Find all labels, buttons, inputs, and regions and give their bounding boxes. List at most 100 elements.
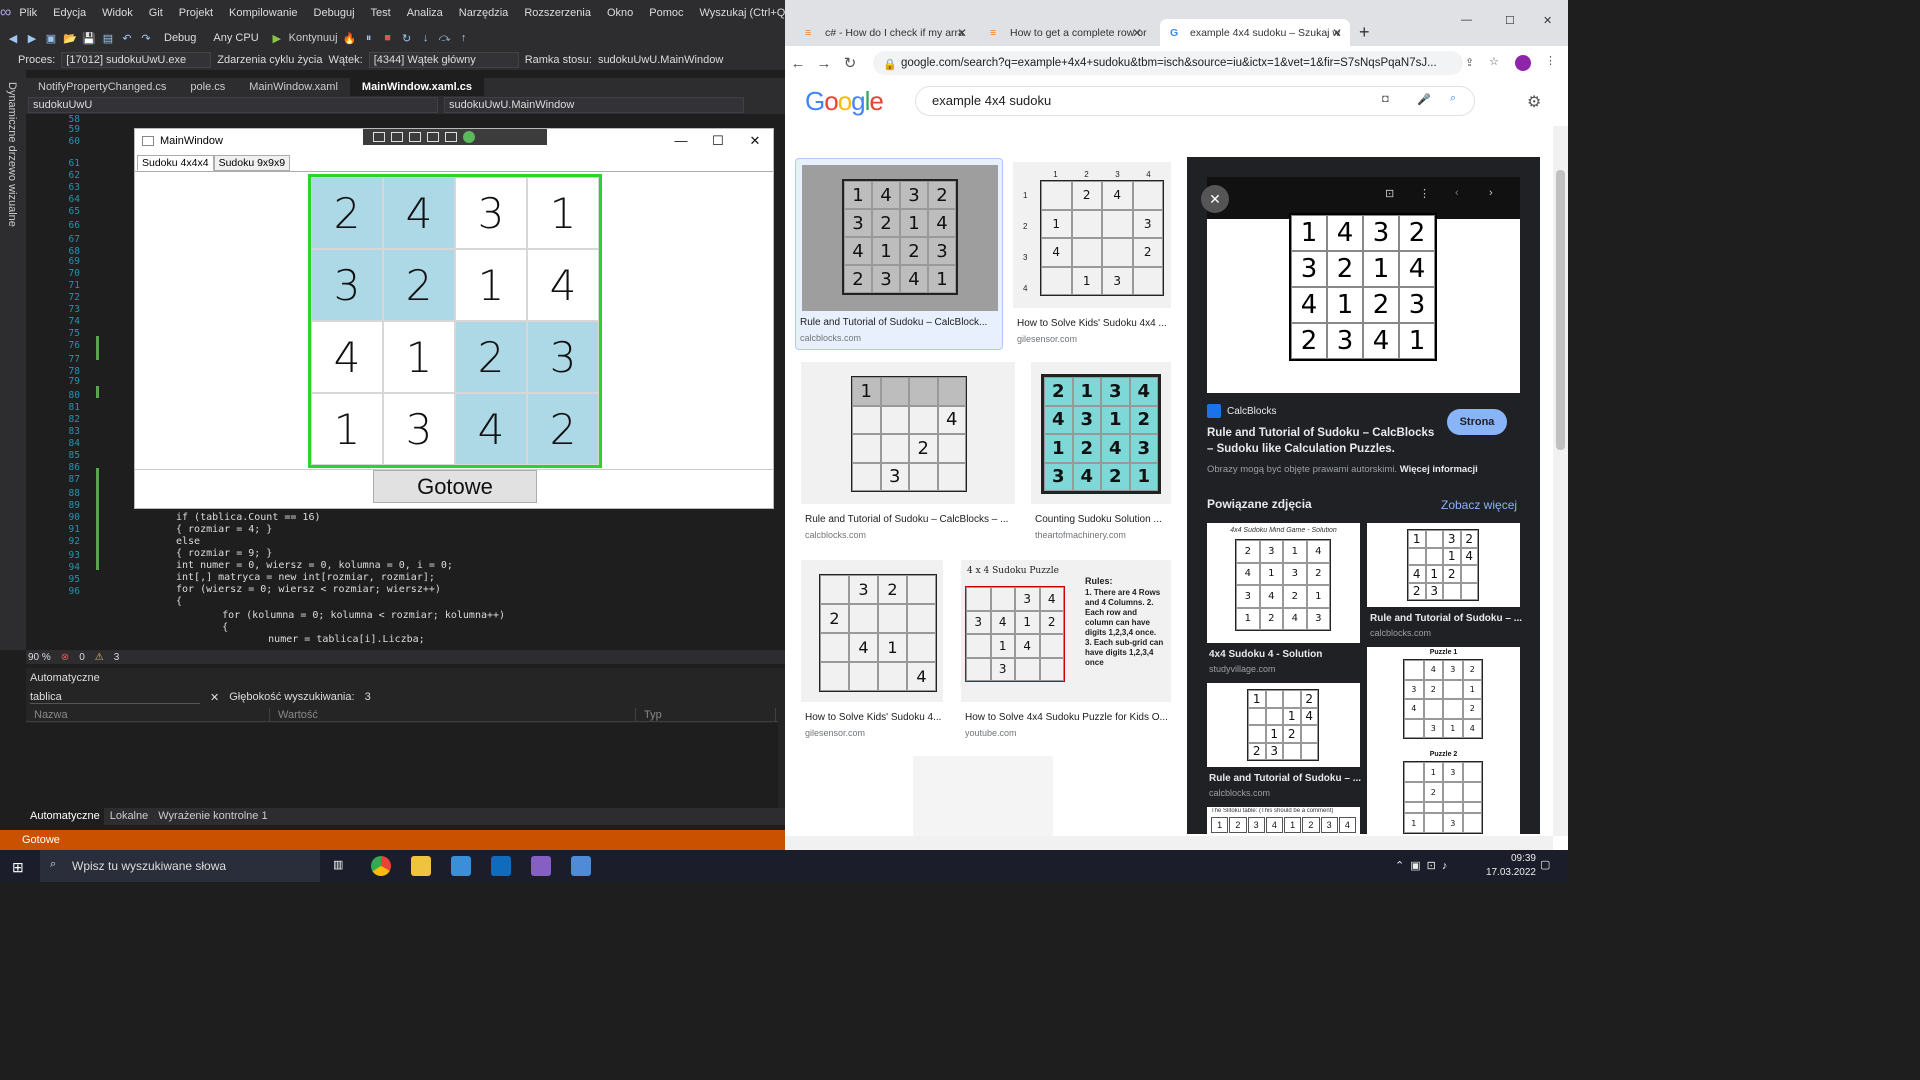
code-line[interactable]: { xyxy=(198,622,228,633)
menu-item[interactable]: Okno xyxy=(599,7,641,19)
related-image[interactable]: 12141223 xyxy=(1207,683,1360,767)
sudoku-cell[interactable]: 2 xyxy=(311,177,383,249)
select-element-icon[interactable] xyxy=(373,132,385,142)
sudoku-cell[interactable]: 3 xyxy=(383,393,455,465)
tab-google-search[interactable]: G example 4x4 sudoku – Szukaj w ✕ xyxy=(1160,19,1350,46)
reload-icon[interactable]: ↻ xyxy=(837,54,863,72)
undo-icon[interactable]: ↶ xyxy=(120,31,134,45)
related-image[interactable]: Puzzle 1 43232142314 Puzzle 2 13213 xyxy=(1367,647,1520,834)
sudoku-cell[interactable]: 3 xyxy=(311,249,383,321)
chrome-icon[interactable] xyxy=(371,856,391,876)
image-result[interactable]: 1 423 Rule and Tutorial of Sudoku – CalcB… xyxy=(801,362,1015,548)
error-icon[interactable]: ⊗ xyxy=(61,652,69,663)
mic-icon[interactable]: 🎤 xyxy=(1417,93,1431,106)
done-button[interactable]: Gotowe xyxy=(373,470,537,503)
menu-item[interactable]: Edycja xyxy=(45,7,94,19)
lens-icon[interactable]: ⊡ xyxy=(1385,187,1394,200)
close-icon[interactable]: ✕ xyxy=(1201,185,1229,213)
tab-stackoverflow-1[interactable]: ≡ c# - How do I check if my arra ✕ xyxy=(795,19,975,46)
track-focus-icon[interactable] xyxy=(409,132,421,142)
thread-dropdown[interactable]: [4344] Wątek główny xyxy=(368,52,519,68)
menu-item[interactable]: Test xyxy=(363,7,399,19)
sudoku-cell[interactable]: 1 xyxy=(383,321,455,393)
tab-stackoverflow-2[interactable]: ≡ How to get a complete row or ✕ xyxy=(980,19,1150,46)
document-tab[interactable]: MainWindow.xaml xyxy=(237,78,350,96)
sudoku-cell[interactable]: 2 xyxy=(455,321,527,393)
menu-item[interactable]: Wyszukaj (Ctrl+Q) xyxy=(692,7,797,19)
taskbar-search[interactable]: Wpisz tu wyszukiwane słowa xyxy=(40,850,320,882)
zoom-level[interactable]: 90 % xyxy=(28,652,51,663)
preview-site[interactable]: CalcBlocks xyxy=(1227,406,1276,417)
autos-search-input[interactable]: tablica xyxy=(30,691,200,704)
menu-item[interactable]: Narzędzia xyxy=(451,7,517,19)
maximize-button[interactable]: ☐ xyxy=(700,129,736,153)
sudoku-cell[interactable]: 3 xyxy=(455,177,527,249)
horizontal-scrollbar[interactable] xyxy=(785,836,1553,850)
continue-icon[interactable]: ▶ xyxy=(270,31,284,45)
menu-icon[interactable]: ⋮ xyxy=(1545,54,1556,67)
redo-icon[interactable]: ↷ xyxy=(139,31,153,45)
google-logo[interactable]: Google xyxy=(805,86,884,117)
clear-search-icon[interactable]: ✕ xyxy=(210,691,219,704)
explorer-icon[interactable] xyxy=(411,856,431,876)
code-line[interactable]: if (tablica.Count == 16) xyxy=(176,512,321,523)
notification-icon[interactable]: ▢ xyxy=(1540,858,1550,871)
clock[interactable]: 09:39 17.03.2022 xyxy=(1486,852,1536,880)
close-tab-icon[interactable]: ✕ xyxy=(1132,26,1142,40)
sudoku-cell[interactable]: 4 xyxy=(311,321,383,393)
column-header[interactable]: Nazwa xyxy=(26,708,270,721)
more-info-link[interactable]: Więcej informacji xyxy=(1400,464,1478,475)
code-line[interactable]: for (wiersz = 0; wiersz < rozmiar; wiers… xyxy=(176,584,441,595)
menu-item[interactable]: Kompilowanie xyxy=(221,7,305,19)
menu-item[interactable]: Projekt xyxy=(171,7,221,19)
prev-icon[interactable]: ‹ xyxy=(1455,187,1459,199)
settings-icon[interactable]: ⚙ xyxy=(1527,92,1541,112)
new-project-icon[interactable]: ▣ xyxy=(44,31,58,45)
forward-icon[interactable]: → xyxy=(811,55,837,72)
app-window-icon[interactable] xyxy=(571,856,591,876)
share-icon[interactable]: ⇪ xyxy=(1465,56,1474,69)
scroll-thumb[interactable] xyxy=(1556,170,1565,450)
win-minimize-icon[interactable]: — xyxy=(1461,14,1472,26)
document-tab[interactable]: pole.cs xyxy=(178,78,237,96)
save-icon[interactable]: 💾 xyxy=(82,31,96,45)
menu-item[interactable]: Git xyxy=(141,7,171,19)
menu-item[interactable]: Widok xyxy=(94,7,141,19)
sudoku-cell[interactable]: 2 xyxy=(383,249,455,321)
google-search-input[interactable]: example 4x4 sudoku xyxy=(915,86,1475,116)
menu-item[interactable]: Rozszerzenia xyxy=(516,7,599,19)
camera-search-icon[interactable]: ◘ xyxy=(1382,93,1389,105)
menu-item[interactable]: Plik xyxy=(11,7,45,19)
url-field[interactable]: google.com/search?q=example+4x4+sudoku&t… xyxy=(873,51,1463,75)
class-combo[interactable]: sudokuUwU.MainWindow xyxy=(444,97,744,113)
visit-button[interactable]: Strona xyxy=(1447,409,1507,435)
code-line[interactable]: int[,] matryca = new int[rozmiar, rozmia… xyxy=(176,572,435,583)
sudoku-cell[interactable]: 4 xyxy=(527,249,599,321)
tab-sudoku-9x9[interactable]: Sudoku 9x9x9 xyxy=(213,155,291,171)
code-line[interactable]: int numer = 0, wiersz = 0, kolumna = 0, … xyxy=(176,560,453,571)
win-close-icon[interactable]: ✕ xyxy=(1543,14,1552,27)
close-tab-icon[interactable]: ✕ xyxy=(1332,26,1342,40)
open-icon[interactable]: 📂 xyxy=(63,31,77,45)
related-image[interactable]: 4x4 Sudoku Mind Game - Solution 23144132… xyxy=(1207,523,1360,643)
sudoku-cell[interactable]: 4 xyxy=(383,177,455,249)
see-more-link[interactable]: Zobacz więcej xyxy=(1441,498,1517,512)
image-result[interactable]: 4 x 4 Sudoku Puzzle 343412143 Rules: 1. … xyxy=(961,560,1171,746)
menu-item[interactable]: Debuguj xyxy=(306,7,363,19)
preview-image[interactable]: ✕ ⊡ ⋮ ‹ › 1432321441232341 xyxy=(1201,177,1520,393)
document-tab[interactable]: MainWindow.xaml.cs xyxy=(349,78,485,96)
related-image[interactable]: The Slitoku table: (This should be a com… xyxy=(1207,807,1360,834)
step-out-icon[interactable]: ↑ xyxy=(457,31,471,45)
tray-icons[interactable]: ⌃▣⊡♪ xyxy=(1395,859,1453,872)
display-adorners-icon[interactable] xyxy=(391,132,403,142)
scrollbar[interactable] xyxy=(1553,126,1568,836)
lock-icon[interactable]: 🔒 xyxy=(883,58,897,71)
live-visual-tree-tab[interactable]: Dynamiczne drzewo wizualne xyxy=(6,82,18,227)
project-combo[interactable]: sudokuUwU xyxy=(28,97,438,113)
sudoku-cell[interactable]: 1 xyxy=(311,393,383,465)
code-line[interactable]: { rozmiar = 9; } xyxy=(176,548,272,559)
search-icon[interactable]: ⌕ xyxy=(1450,92,1456,105)
code-line[interactable]: { xyxy=(176,596,182,607)
code-line[interactable]: numer = tablica[i].Liczba; xyxy=(220,634,425,645)
code-line[interactable]: for (kolumna = 0; kolumna < rozmiar; kol… xyxy=(198,610,505,621)
